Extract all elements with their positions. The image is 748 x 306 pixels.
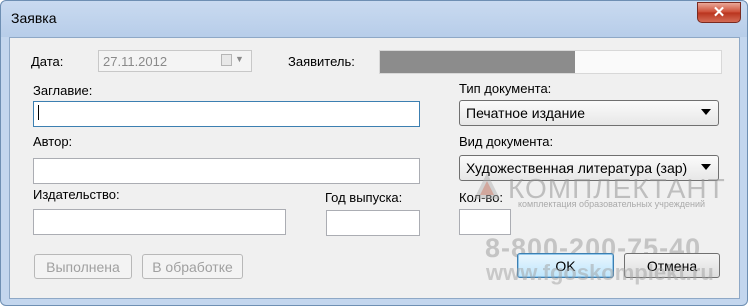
author-label: Автор: <box>33 134 73 149</box>
watermark-logo-icon <box>474 173 500 199</box>
author-input[interactable] <box>33 158 420 184</box>
close-button[interactable]: ✕ <box>697 2 741 23</box>
doc-type-value: Печатное издание <box>466 105 585 121</box>
year-label: Год выпуска: <box>325 190 403 205</box>
count-input[interactable] <box>459 209 511 235</box>
window-title: Заявка <box>11 10 57 26</box>
calendar-button[interactable]: ▼ <box>221 54 247 68</box>
watermark-site: www.fgoskomplekt.ru <box>486 260 714 285</box>
dialog-body: Дата: 27.11.2012 ▼ Заявитель: Заглавие: … <box>9 37 740 299</box>
text-caret <box>38 105 39 120</box>
applicant-redacted <box>380 51 575 73</box>
dropdown-arrow-icon <box>701 109 711 115</box>
title-label: Заглавие: <box>33 83 93 98</box>
doc-type-select[interactable]: Печатное издание <box>459 100 719 126</box>
date-value: 27.11.2012 <box>103 54 168 69</box>
doc-kind-label: Вид документа: <box>459 134 554 149</box>
watermark-subtitle: комплектация образовательных учреждений <box>518 199 706 209</box>
close-icon: ✕ <box>712 4 726 21</box>
applicant-field <box>379 50 722 74</box>
applicant-label: Заявитель: <box>288 54 355 69</box>
doc-type-label: Тип документа: <box>459 81 552 96</box>
title-bar: Заявка ✕ <box>1 1 747 37</box>
in-progress-button[interactable]: В обработке <box>142 254 243 279</box>
publisher-input[interactable] <box>33 209 286 235</box>
dialog-window: Заявка ✕ Дата: 27.11.2012 ▼ Заявитель: З… <box>0 0 748 306</box>
done-button[interactable]: Выполнена <box>34 254 132 279</box>
year-input[interactable] <box>326 210 420 236</box>
chevron-down-icon: ▼ <box>235 54 244 64</box>
date-label: Дата: <box>31 54 64 69</box>
publisher-label: Издательство: <box>33 187 120 202</box>
dropdown-arrow-icon <box>701 164 711 170</box>
date-picker[interactable]: 27.11.2012 ▼ <box>98 50 252 72</box>
title-input[interactable] <box>33 101 420 127</box>
calendar-icon <box>221 54 232 66</box>
